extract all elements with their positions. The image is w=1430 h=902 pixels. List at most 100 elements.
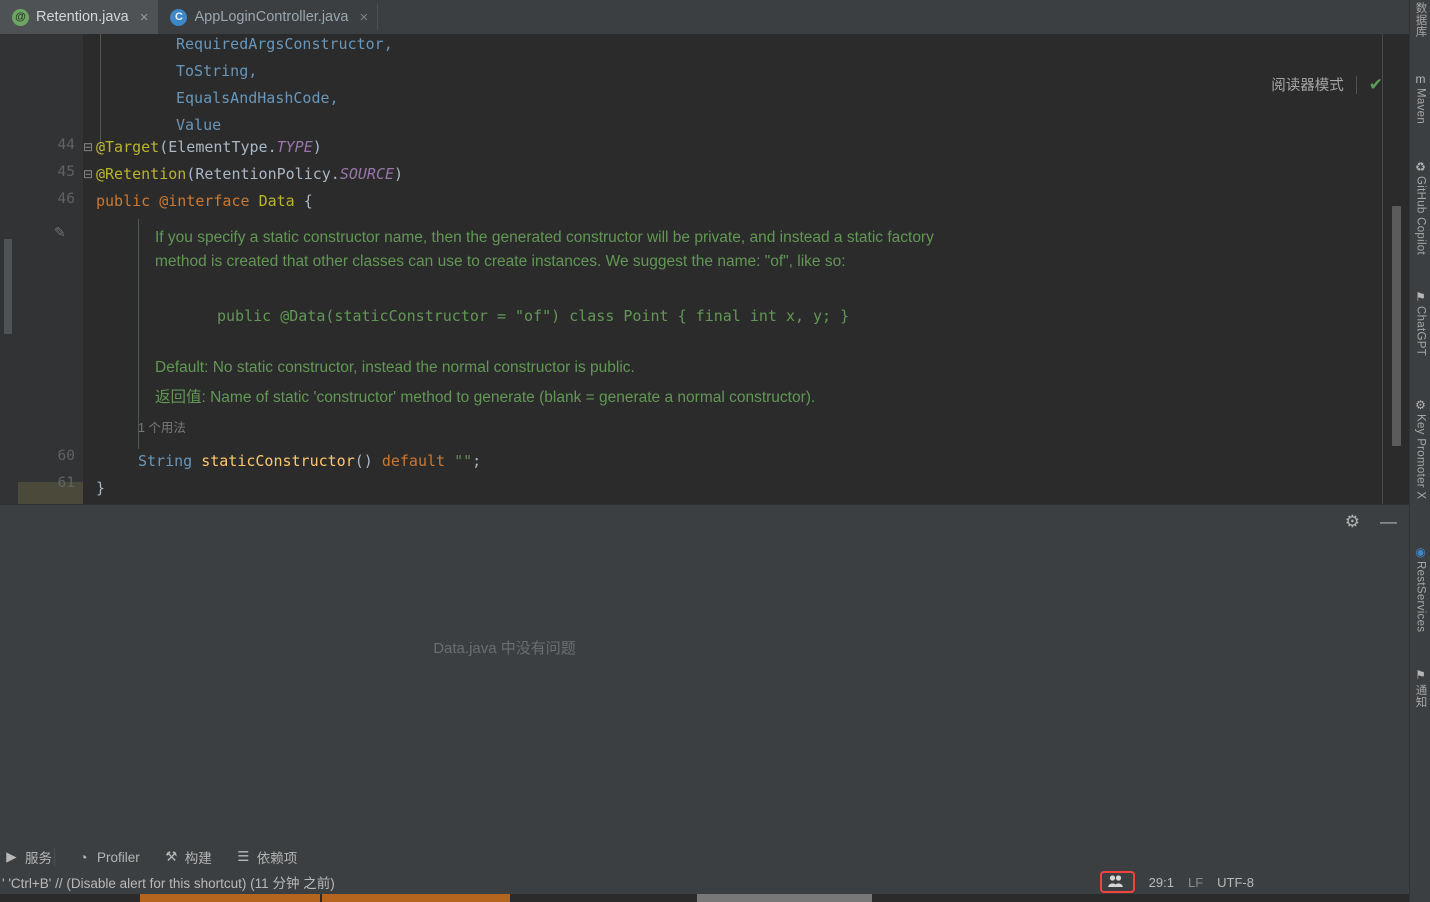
progress-segment	[697, 894, 872, 902]
code-line-static-constructor: String staticConstructor() default "";	[138, 452, 482, 470]
editor-scrollbar[interactable]	[1389, 34, 1401, 504]
fold-marker-icon[interactable]: ⊟	[83, 161, 93, 188]
rest-services-icon: ◉	[1415, 545, 1426, 559]
sidebar-item-label: Maven	[1414, 88, 1427, 125]
code-line: RequiredArgsConstructor,	[176, 35, 393, 53]
profiler-icon: ◔	[79, 849, 88, 865]
tab-label: Retention.java	[36, 9, 129, 25]
github-copilot-icon: ♻	[1415, 160, 1426, 174]
sidebar-item-label: ChatGPT	[1414, 306, 1427, 357]
caret-position[interactable]: 29:1	[1149, 875, 1174, 890]
line-number: 60	[57, 448, 75, 464]
nav-item-dependencies[interactable]: ☰ 依赖项	[236, 847, 298, 867]
sidebar-item-notifications[interactable]: ⚑ 通知	[1410, 668, 1430, 708]
key-promoter-icon: ⚙	[1415, 398, 1426, 412]
nav-label: 服务	[25, 851, 52, 866]
status-message: ' 'Ctrl+B' // (Disable alert for this sh…	[2, 876, 335, 891]
notifications-icon: ⚑	[1415, 668, 1426, 682]
code-line-retention: @Retention(RetentionPolicy.SOURCE)	[96, 165, 404, 183]
nav-label: 依赖项	[256, 851, 298, 866]
doc-code-sample: public @Data(staticConstructor = "of") c…	[217, 307, 850, 325]
editor-right-divider	[1382, 34, 1383, 504]
code-line-target: @Target(ElementType.TYPE)	[96, 138, 322, 156]
gear-icon[interactable]: ⚙	[1345, 512, 1360, 532]
code-line-declaration: public @interface Data {	[96, 192, 313, 210]
nav-item-services[interactable]: ▶ 服务	[4, 847, 52, 867]
nav-label: 构建	[184, 851, 212, 866]
ide-window: @ Retention.java × C AppLoginController.…	[0, 0, 1430, 902]
tab-retention-java[interactable]: @ Retention.java ×	[0, 0, 159, 34]
class-icon: C	[170, 8, 188, 26]
maven-icon: m	[1415, 72, 1426, 86]
problems-tool-window: ⚙ — Data.java 中没有问题	[0, 504, 1409, 840]
run-services-icon: ▶	[6, 849, 17, 864]
panel-empty-text: Data.java 中没有问题	[433, 640, 576, 657]
code-with-me-button[interactable]	[1099, 871, 1135, 893]
editor-tab-bar: @ Retention.java × C AppLoginController.…	[0, 0, 1409, 34]
code-text-area[interactable]: RequiredArgsConstructor, ToString, Equal…	[83, 34, 1383, 504]
nav-divider	[54, 848, 55, 866]
tab-label: AppLoginController.java	[194, 9, 349, 25]
chatgpt-icon: ⚑	[1415, 290, 1426, 304]
nav-item-build[interactable]: ⚒ 构建	[164, 847, 212, 867]
inspection-ok-icon[interactable]: ✔	[1369, 75, 1383, 95]
panel-top-border	[0, 504, 1409, 505]
sidebar-item-github-copilot[interactable]: ♻ GitHub Copilot	[1410, 160, 1430, 255]
doc-paragraph: Default: No static constructor, instead …	[155, 359, 635, 376]
sidebar-item-rest-services[interactable]: ◉ RestServices	[1410, 545, 1430, 632]
scrollbar-thumb[interactable]	[1392, 206, 1401, 446]
code-line: ToString,	[176, 62, 258, 80]
divider	[1355, 75, 1357, 94]
build-hammer-icon: ⚒	[165, 849, 178, 864]
tab-divider	[377, 4, 379, 30]
tab-applogincontroller-java[interactable]: C AppLoginController.java ×	[158, 0, 379, 34]
panel-empty-state: Data.java 中没有问题	[0, 637, 1409, 658]
close-icon[interactable]: ×	[140, 10, 149, 25]
file-encoding[interactable]: UTF-8	[1217, 875, 1254, 890]
doc-indent-guide	[138, 219, 139, 449]
progress-segment	[140, 894, 320, 902]
code-line-close-brace: }	[96, 479, 106, 497]
sidebar-item-maven[interactable]: m Maven	[1410, 72, 1430, 124]
sidebar-item-label: 数据库	[1414, 2, 1427, 38]
status-bar: ' 'Ctrl+B' // (Disable alert for this sh…	[0, 870, 1430, 894]
edit-pencil-icon[interactable]: ✎	[54, 224, 66, 241]
sidebar-item-label: Key Promoter X	[1414, 414, 1427, 500]
left-stripe-thumb[interactable]	[4, 239, 12, 334]
minimize-icon[interactable]: —	[1380, 512, 1397, 532]
sidebar-item-database[interactable]: 数据库	[1410, 2, 1430, 37]
editor-gutter[interactable]: 44 45 46 60 61 ✎	[18, 34, 83, 509]
people-icon-svg	[1107, 874, 1123, 887]
usage-inlay-hint[interactable]: 1 个用法	[138, 417, 186, 436]
line-separator[interactable]: LF	[1188, 875, 1203, 890]
line-number: 61	[57, 475, 75, 491]
doc-return-value: 返回值: Name of static 'constructor' method…	[155, 389, 816, 406]
code-editor[interactable]: 44 45 46 60 61 ✎ RequiredArgsConstructor…	[0, 34, 1409, 509]
editor-left-stripe	[0, 34, 18, 504]
sidebar-item-label: 通知	[1414, 684, 1427, 708]
nav-item-profiler[interactable]: ◔ Profiler	[76, 849, 140, 865]
close-icon[interactable]: ×	[359, 10, 368, 25]
fold-marker-icon[interactable]: ⊟	[83, 134, 93, 161]
tool-window-bar-right: 数据库 m Maven ♻ GitHub Copilot ⚑ ChatGPT ⚙…	[1409, 0, 1430, 902]
code-line: EqualsAndHashCode,	[176, 89, 339, 107]
sidebar-item-label: RestServices	[1414, 561, 1427, 633]
reader-mode-indicator[interactable]: 阅读器模式 ✔	[1271, 74, 1383, 95]
progress-segment	[322, 894, 510, 902]
dependencies-layers-icon: ☰	[237, 849, 250, 864]
sidebar-item-chatgpt[interactable]: ⚑ ChatGPT	[1410, 290, 1430, 356]
sidebar-item-key-promoter[interactable]: ⚙ Key Promoter X	[1410, 398, 1430, 499]
nav-label: Profiler	[97, 849, 140, 865]
bottom-progress-strip	[0, 894, 1430, 902]
reader-mode-label: 阅读器模式	[1271, 78, 1344, 94]
status-bar-right: 29:1 LF UTF-8	[1099, 870, 1426, 894]
line-number: 45	[57, 164, 75, 180]
doc-paragraph: If you specify a static constructor name…	[155, 229, 934, 270]
line-number: 44	[57, 137, 75, 153]
annotation-icon: @	[12, 8, 29, 26]
sidebar-item-label: GitHub Copilot	[1414, 176, 1427, 255]
people-icon	[1107, 874, 1124, 891]
panel-header-actions: ⚙ —	[1345, 512, 1397, 532]
tool-window-bar-bottom: ▶ 服务 ◔ Profiler ⚒ 构建 ☰ 依赖项	[0, 844, 1409, 870]
line-number: 46	[57, 191, 75, 207]
